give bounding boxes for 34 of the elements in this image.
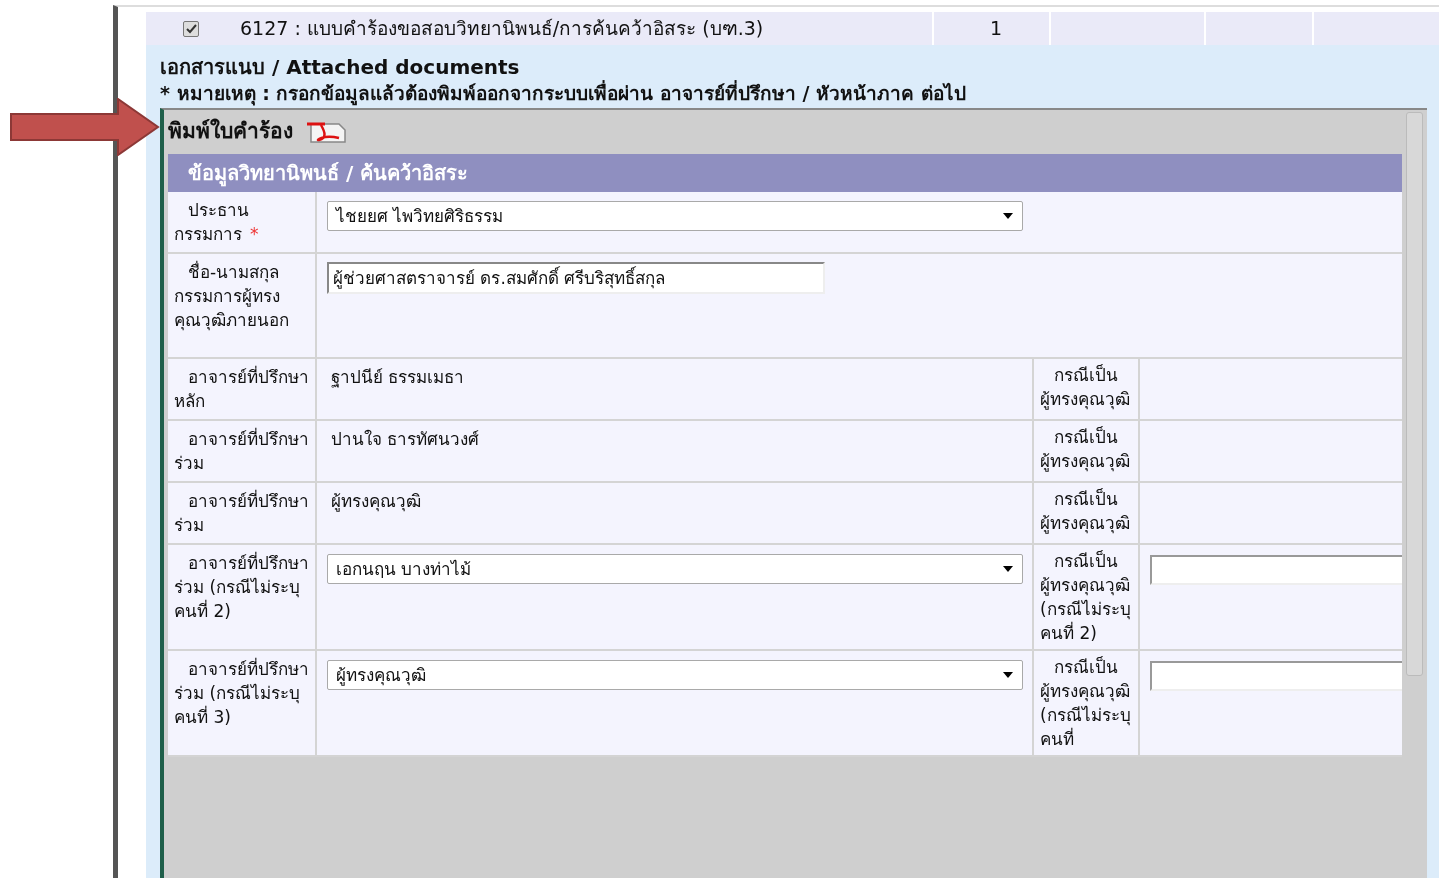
field-label: อาจารย์ที่ปรึกษาร่วม bbox=[174, 429, 309, 473]
scrollbar[interactable] bbox=[1406, 112, 1423, 676]
text-field[interactable] bbox=[1150, 555, 1402, 585]
pdf-icon[interactable] bbox=[305, 120, 349, 144]
caret-icon bbox=[1002, 565, 1014, 573]
field-label: ชื่อ-นามสกุล กรรมการผู้ทรงคุณวุฒิภายนอก bbox=[174, 262, 289, 330]
case-label: กรณีเป็นผู้ทรงคุณวุฒิ (กรณีไม่ระบุคนที่ 2) bbox=[1040, 551, 1131, 643]
field-value: ปานใจ ธารทัศนวงศ์ bbox=[330, 428, 481, 451]
field-label: อาจารย์ที่ปรึกษาร่วม (กรณีไม่ระบุคนที่ 2) bbox=[174, 553, 309, 621]
field-label: อาจารย์ที่ปรึกษาร่วม (กรณีไม่ระบุคนที่ 3) bbox=[174, 659, 309, 727]
select-field[interactable]: ไชยยศ ไพวิทยศิริธรรม bbox=[327, 201, 1023, 231]
text-field[interactable] bbox=[1150, 661, 1402, 691]
attachments-heading: เอกสารแนบ / Attached documents bbox=[160, 54, 521, 80]
field-label: อาจารย์ที่ปรึกษาหลัก bbox=[174, 367, 309, 411]
case-label: กรณีเป็นผู้ทรงคุณวุฒิ (กรณีไม่ระบุคนที่ bbox=[1040, 657, 1131, 749]
text-field[interactable]: ผู้ช่วยศาสตราจารย์ ดร.สมศักดิ์ ศรีบริสุทธิ์สกุล bbox=[327, 262, 825, 294]
checkbox[interactable] bbox=[183, 20, 199, 37]
field-label: อาจารย์ที่ปรึกษาร่วม bbox=[174, 491, 309, 535]
caret-icon bbox=[1002, 671, 1014, 679]
field-value: ฐาปนีย์ ธรรมเมธา bbox=[330, 366, 466, 389]
caret-icon bbox=[1002, 212, 1014, 220]
attachments-note: * หมายเหตุ : กรอกข้อมูลแล้วต้องพิมพ์ออกจากระบบเพื่อผ่าน อาจารย์ที่ปรึกษา / หัวหน้าภาค ต่อไป bbox=[160, 80, 967, 106]
section-header: ข้อมูลวิทยานิพนธ์ / ค้นคว้าอิสระ bbox=[168, 154, 1402, 192]
field-value: ผู้ทรงคุณวุฒิ bbox=[330, 490, 422, 513]
case-label: กรณีเป็นผู้ทรงคุณวุฒิ bbox=[1040, 365, 1130, 409]
case-label: กรณีเป็นผู้ทรงคุณวุฒิ bbox=[1040, 489, 1130, 533]
field-label: ประธานกรรมการ bbox=[174, 200, 249, 244]
document-count: 1 bbox=[990, 16, 1003, 42]
document-title: 6127 : แบบคำร้องขอสอบวิทยานิพนธ์/การค้นคว้าอิสระ (บฑ.3) bbox=[239, 16, 764, 42]
required-mark: * bbox=[250, 224, 259, 244]
case-label: กรณีเป็นผู้ทรงคุณวุฒิ bbox=[1040, 427, 1130, 471]
select-field[interactable]: เอกนฤน บางท่าไม้ bbox=[327, 554, 1023, 584]
panel-title: พิมพ์ใบคำร้อง bbox=[168, 117, 293, 146]
select-field[interactable]: ผู้ทรงคุณวุฒิ bbox=[327, 660, 1023, 690]
